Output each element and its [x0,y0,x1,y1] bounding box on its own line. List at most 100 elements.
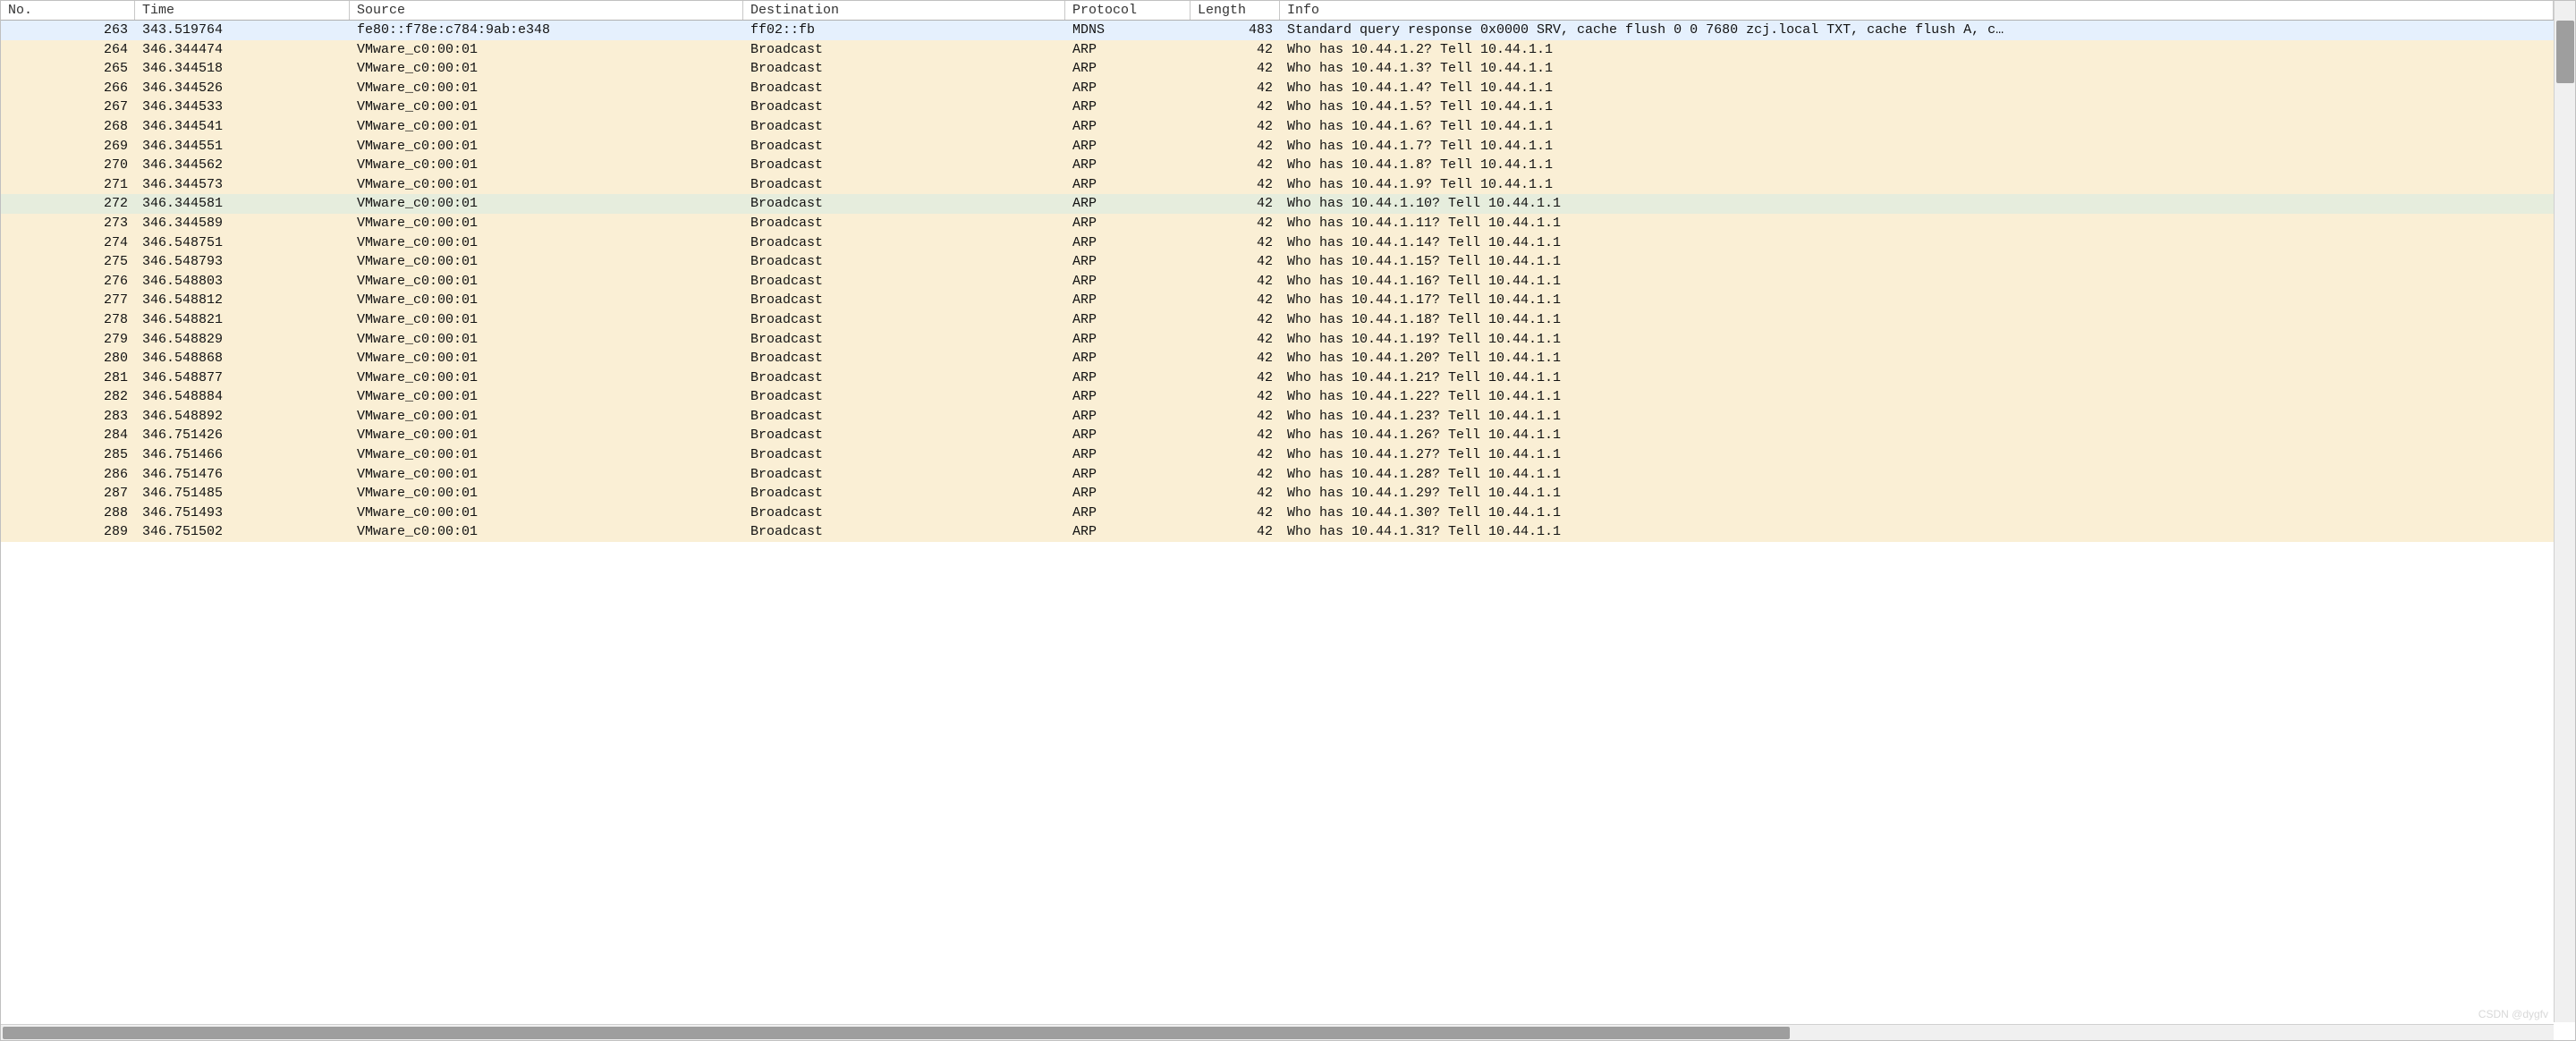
packet-row[interactable]: 289346.751502VMware_c0:00:01BroadcastARP… [1,522,2554,542]
cell-source: VMware_c0:00:01 [350,387,743,407]
packet-row[interactable]: 264346.344474VMware_c0:00:01BroadcastARP… [1,40,2554,60]
cell-info: Who has 10.44.1.23? Tell 10.44.1.1 [1280,407,2554,427]
cell-length: 42 [1191,272,1280,292]
packet-row[interactable]: 280346.548868VMware_c0:00:01BroadcastARP… [1,349,2554,368]
cell-source: VMware_c0:00:01 [350,79,743,98]
cell-info: Who has 10.44.1.27? Tell 10.44.1.1 [1280,445,2554,465]
packet-row[interactable]: 283346.548892VMware_c0:00:01BroadcastARP… [1,407,2554,427]
packet-row[interactable]: 268346.344541VMware_c0:00:01BroadcastARP… [1,117,2554,137]
cell-length: 42 [1191,59,1280,79]
packet-row[interactable]: 266346.344526VMware_c0:00:01BroadcastARP… [1,79,2554,98]
cell-info: Who has 10.44.1.16? Tell 10.44.1.1 [1280,272,2554,292]
cell-time: 346.344551 [135,137,350,157]
packet-row[interactable]: 288346.751493VMware_c0:00:01BroadcastARP… [1,504,2554,523]
col-header-info[interactable]: Info [1280,1,2554,20]
packet-row[interactable]: 287346.751485VMware_c0:00:01BroadcastARP… [1,484,2554,504]
packet-row[interactable]: 286346.751476VMware_c0:00:01BroadcastARP… [1,465,2554,485]
packet-row[interactable]: 275346.548793VMware_c0:00:01BroadcastARP… [1,252,2554,272]
packet-row[interactable]: 273346.344589VMware_c0:00:01BroadcastARP… [1,214,2554,233]
cell-no: 266 [1,79,135,98]
cell-destination: Broadcast [743,194,1065,214]
cell-protocol: ARP [1065,214,1191,233]
cell-source: VMware_c0:00:01 [350,233,743,253]
cell-source: VMware_c0:00:01 [350,349,743,368]
cell-source: VMware_c0:00:01 [350,117,743,137]
cell-no: 280 [1,349,135,368]
cell-info: Who has 10.44.1.18? Tell 10.44.1.1 [1280,310,2554,330]
cell-length: 483 [1191,21,1280,40]
col-header-no[interactable]: No. [1,1,135,20]
cell-protocol: ARP [1065,387,1191,407]
cell-no: 285 [1,445,135,465]
cell-destination: Broadcast [743,40,1065,60]
packet-row[interactable]: 284346.751426VMware_c0:00:01BroadcastARP… [1,426,2554,445]
cell-info: Who has 10.44.1.29? Tell 10.44.1.1 [1280,484,2554,504]
packet-row[interactable]: 271346.344573VMware_c0:00:01BroadcastARP… [1,175,2554,195]
cell-destination: Broadcast [743,59,1065,79]
cell-length: 42 [1191,465,1280,485]
cell-time: 346.548884 [135,387,350,407]
cell-destination: Broadcast [743,137,1065,157]
col-header-source[interactable]: Source [350,1,743,20]
cell-no: 275 [1,252,135,272]
cell-source: VMware_c0:00:01 [350,40,743,60]
vertical-scroll-thumb[interactable] [2556,21,2574,83]
cell-protocol: MDNS [1065,21,1191,40]
packet-row[interactable]: 269346.344551VMware_c0:00:01BroadcastARP… [1,137,2554,157]
packet-row[interactable]: 277346.548812VMware_c0:00:01BroadcastARP… [1,291,2554,310]
packet-row[interactable]: 278346.548821VMware_c0:00:01BroadcastARP… [1,310,2554,330]
cell-destination: Broadcast [743,291,1065,310]
packet-row[interactable]: 285346.751466VMware_c0:00:01BroadcastARP… [1,445,2554,465]
packet-row[interactable]: 281346.548877VMware_c0:00:01BroadcastARP… [1,368,2554,388]
packet-row[interactable]: 279346.548829VMware_c0:00:01BroadcastARP… [1,330,2554,350]
cell-destination: Broadcast [743,175,1065,195]
cell-length: 42 [1191,156,1280,175]
cell-time: 346.548751 [135,233,350,253]
cell-no: 287 [1,484,135,504]
cell-source: VMware_c0:00:01 [350,407,743,427]
packet-row[interactable]: 265346.344518VMware_c0:00:01BroadcastARP… [1,59,2554,79]
horizontal-scrollbar[interactable] [1,1024,2554,1040]
cell-source: VMware_c0:00:01 [350,445,743,465]
packet-row[interactable]: 276346.548803VMware_c0:00:01BroadcastARP… [1,272,2554,292]
cell-no: 265 [1,59,135,79]
cell-destination: Broadcast [743,233,1065,253]
col-header-protocol[interactable]: Protocol [1065,1,1191,20]
cell-no: 268 [1,117,135,137]
cell-source: VMware_c0:00:01 [350,214,743,233]
cell-protocol: ARP [1065,40,1191,60]
cell-destination: Broadcast [743,349,1065,368]
cell-destination: Broadcast [743,368,1065,388]
cell-info: Who has 10.44.1.4? Tell 10.44.1.1 [1280,79,2554,98]
packet-row[interactable]: 267346.344533VMware_c0:00:01BroadcastARP… [1,97,2554,117]
col-header-time[interactable]: Time [135,1,350,20]
cell-time: 346.548829 [135,330,350,350]
packet-row[interactable]: 282346.548884VMware_c0:00:01BroadcastARP… [1,387,2554,407]
cell-destination: Broadcast [743,504,1065,523]
cell-source: VMware_c0:00:01 [350,194,743,214]
cell-length: 42 [1191,310,1280,330]
cell-destination: Broadcast [743,445,1065,465]
cell-length: 42 [1191,291,1280,310]
col-header-destination[interactable]: Destination [743,1,1065,20]
packet-row[interactable]: 272346.344581VMware_c0:00:01BroadcastARP… [1,194,2554,214]
cell-protocol: ARP [1065,330,1191,350]
horizontal-scroll-thumb[interactable] [3,1027,1790,1039]
cell-protocol: ARP [1065,291,1191,310]
cell-time: 346.548793 [135,252,350,272]
packet-row[interactable]: 270346.344562VMware_c0:00:01BroadcastARP… [1,156,2554,175]
packet-row[interactable]: 263343.519764fe80::f78e:c784:9ab:e348ff0… [1,21,2554,40]
cell-length: 42 [1191,445,1280,465]
cell-protocol: ARP [1065,426,1191,445]
cell-length: 42 [1191,137,1280,157]
cell-no: 270 [1,156,135,175]
cell-length: 42 [1191,79,1280,98]
cell-time: 346.751426 [135,426,350,445]
col-header-length[interactable]: Length [1191,1,1280,20]
packet-row[interactable]: 274346.548751VMware_c0:00:01BroadcastARP… [1,233,2554,253]
cell-source: VMware_c0:00:01 [350,175,743,195]
cell-length: 42 [1191,407,1280,427]
cell-time: 346.344581 [135,194,350,214]
cell-no: 277 [1,291,135,310]
vertical-scrollbar[interactable] [2554,1,2575,1022]
